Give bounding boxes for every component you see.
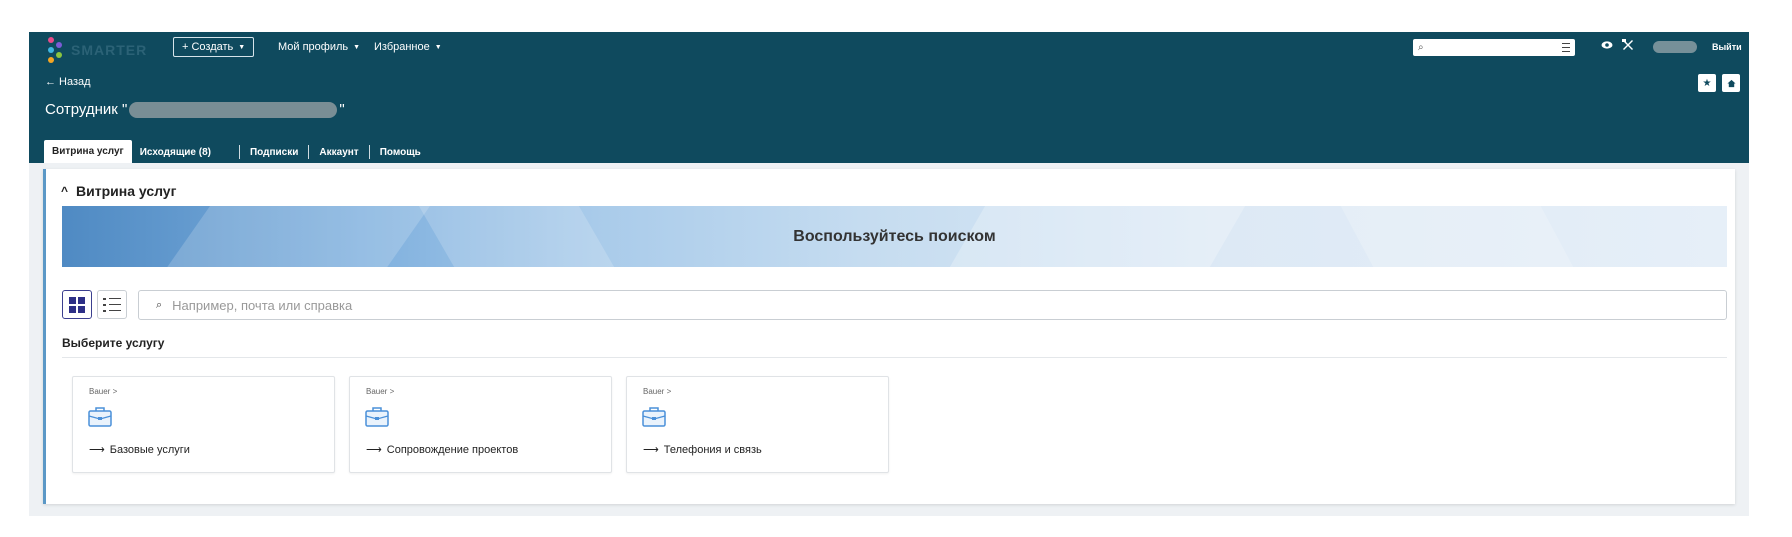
arrow-right-icon: ⟶: [366, 444, 382, 456]
service-card-project-support[interactable]: Bauer > ⟶ Сопровождение проектов: [349, 376, 612, 473]
my-profile-label: Мой профиль: [278, 41, 349, 53]
card-breadcrumb: Bauer >: [643, 387, 672, 396]
tab-outgoing[interactable]: Исходящие (8): [132, 142, 219, 163]
app-window: SMARTER + Создать ▼ Мой профиль ▼ Избран…: [29, 32, 1749, 516]
chevron-down-icon: ▼: [353, 43, 361, 51]
briefcase-icon: [365, 407, 389, 427]
logout-link[interactable]: Выйти: [1712, 42, 1742, 52]
service-card-basic[interactable]: Bauer > ⟶ Базовые услуги: [72, 376, 335, 473]
tab-divider: [308, 145, 310, 159]
card-title: ⟶ Базовые услуги: [89, 443, 190, 456]
chevron-down-icon: ▼: [238, 43, 246, 51]
grid-view-button[interactable]: [62, 290, 92, 319]
logo-mark-icon: [45, 35, 67, 65]
list-view-button[interactable]: [97, 290, 127, 319]
card-title: ⟶ Телефония и связь: [643, 443, 762, 456]
tab-divider: [238, 145, 240, 159]
briefcase-icon: [88, 407, 112, 427]
filter-sliders-icon[interactable]: [1561, 43, 1570, 52]
search-icon: ⌕: [156, 298, 163, 311]
page-title-suffix: ": [339, 101, 345, 118]
arrow-right-icon: ⟶: [89, 444, 105, 456]
page-title: Сотрудник " ": [45, 101, 345, 118]
card-title-text: Базовые услуги: [109, 444, 190, 456]
favorite-star-button[interactable]: ★: [1698, 74, 1716, 92]
tools-icon[interactable]: [1622, 39, 1634, 54]
create-button[interactable]: + Создать ▼: [173, 37, 255, 57]
home-icon: [1726, 79, 1736, 87]
choose-service-label: Выберите услугу: [62, 336, 165, 350]
service-card-telephony[interactable]: Bauer > ⟶ Телефония и связь: [626, 376, 889, 473]
card-title: ⟶ Сопровождение проектов: [366, 443, 518, 456]
chevron-up-icon: ^: [61, 184, 69, 198]
avatar[interactable]: [1653, 41, 1697, 53]
card-breadcrumb: Bauer >: [366, 387, 395, 396]
card-breadcrumb: Bauer >: [89, 387, 118, 396]
service-search[interactable]: ⌕: [138, 290, 1727, 320]
tab-bar: Витрина услуг Исходящие (8) Подписки Акк…: [44, 140, 429, 163]
home-button[interactable]: [1722, 74, 1740, 92]
redacted-name: [129, 101, 338, 118]
card-title-text: Сопровождение проектов: [386, 444, 519, 456]
grid-icon: [69, 296, 85, 313]
logo[interactable]: SMARTER: [45, 35, 155, 65]
tab-divider: [368, 145, 370, 159]
section-title: Витрина услуг: [76, 183, 177, 199]
tab-subscriptions[interactable]: Подписки: [242, 142, 306, 163]
page-title-prefix: Сотрудник ": [45, 101, 128, 118]
create-button-label: + Создать: [182, 41, 234, 53]
briefcase-icon: [642, 407, 666, 427]
search-banner: Воспользуйтесь поиском: [62, 206, 1727, 267]
tab-service-showcase[interactable]: Витрина услуг: [44, 140, 132, 163]
eye-icon[interactable]: [1601, 39, 1613, 54]
section-toggle[interactable]: ^ Витрина услуг: [61, 183, 176, 199]
global-search-input[interactable]: [1429, 40, 1562, 55]
service-search-input[interactable]: [172, 297, 1726, 313]
banner-text: Воспользуйтесь поиском: [793, 227, 996, 245]
top-header: SMARTER + Создать ▼ Мой профиль ▼ Избран…: [29, 32, 1749, 163]
tab-help[interactable]: Помощь: [372, 142, 429, 163]
service-showcase-panel: ^ Витрина услуг Воспользуйтесь поиском ⌕…: [43, 169, 1735, 504]
divider: [62, 357, 1727, 358]
favorites-menu[interactable]: Избранное ▼: [374, 37, 442, 57]
global-search[interactable]: ⌕: [1413, 39, 1575, 56]
star-icon: ★: [1702, 77, 1712, 89]
search-icon: ⌕: [1418, 42, 1424, 53]
card-title-text: Телефония и связь: [663, 444, 762, 456]
chevron-down-icon: ▼: [434, 43, 442, 51]
list-icon: [103, 297, 121, 312]
tab-account[interactable]: Аккаунт: [311, 142, 366, 163]
back-link[interactable]: ← Назад: [45, 76, 91, 88]
logo-text: SMARTER: [71, 42, 148, 58]
favorites-label: Избранное: [374, 41, 430, 53]
my-profile-menu[interactable]: Мой профиль ▼: [278, 37, 360, 57]
arrow-right-icon: ⟶: [643, 444, 659, 456]
